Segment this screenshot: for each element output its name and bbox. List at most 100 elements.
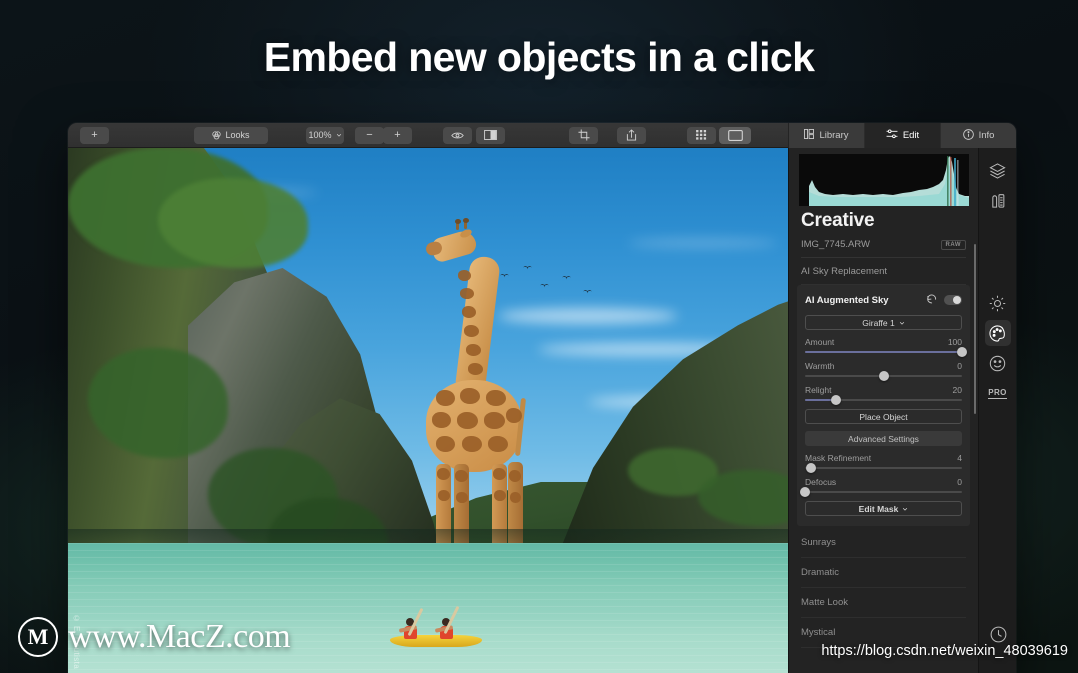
tab-info[interactable]: Info xyxy=(941,123,1016,148)
single-view-button[interactable] xyxy=(719,126,751,144)
tools-icon[interactable] xyxy=(985,188,1011,214)
tool-rail: PRO xyxy=(978,148,1016,673)
compare-button[interactable] xyxy=(476,126,505,144)
photo-canvas[interactable]: © E. Bautista xyxy=(68,148,788,673)
chevron-down-icon xyxy=(899,318,905,328)
cloud xyxy=(628,238,778,248)
slider-relight[interactable]: Relight 20 xyxy=(805,385,962,405)
single-view-icon xyxy=(727,129,743,141)
library-icon xyxy=(804,129,815,142)
slider-amount[interactable]: Amount 100 xyxy=(805,337,967,357)
crop-button[interactable] xyxy=(569,126,598,144)
zoom-out-button[interactable]: − xyxy=(355,126,384,144)
slider-warmth[interactable]: Warmth 0 xyxy=(805,361,962,381)
zoom-level-label: 100% xyxy=(308,129,332,140)
tab-library[interactable]: Library xyxy=(789,123,865,148)
slider-knob[interactable] xyxy=(957,347,967,357)
slider-mask-refinement[interactable]: Mask Refinement 4 xyxy=(805,453,962,473)
file-row: IMG_7745.ARW RAW xyxy=(801,239,966,258)
slider-knob[interactable] xyxy=(831,395,842,405)
grid-view-button[interactable] xyxy=(687,126,716,144)
eye-icon xyxy=(451,131,464,140)
looks-icon xyxy=(212,130,222,140)
crop-icon xyxy=(577,129,590,141)
panel-scrollbar[interactable] xyxy=(974,244,976,414)
portrait-icon[interactable] xyxy=(985,350,1011,376)
app-body: © E. Bautista Creative IMG_7745.ARW RAW xyxy=(68,148,1016,673)
looks-button[interactable]: Looks xyxy=(194,126,268,144)
chevron-down-icon xyxy=(336,132,342,138)
tab-edit[interactable]: Edit xyxy=(865,123,941,148)
app-window: + Looks 100% − + Library Edit Info © E. … xyxy=(68,123,1016,673)
slider-defocus-value: 0 xyxy=(957,477,962,487)
csdn-url-watermark: https://blog.csdn.net/weixin_48039619 xyxy=(821,643,1068,659)
edit-mask-label: Edit Mask xyxy=(858,503,899,514)
slider-warmth-value: 0 xyxy=(957,361,962,371)
zoom-level-dropdown[interactable]: 100% xyxy=(306,126,344,144)
layers-icon[interactable] xyxy=(985,158,1011,184)
slider-defocus[interactable]: Defocus 0 xyxy=(800,477,962,497)
tab-edit-label: Edit xyxy=(902,130,920,141)
plus-icon: + xyxy=(91,128,98,141)
object-select-label: Giraffe 1 xyxy=(862,317,895,328)
slider-amount-value: 100 xyxy=(947,337,962,347)
page-title: Embed new objects in a click xyxy=(263,34,815,80)
slider-mask-refinement-value: 4 xyxy=(957,453,962,463)
file-name: IMG_7745.ARW xyxy=(801,239,870,250)
slider-relight-value: 20 xyxy=(952,385,962,395)
section-title: AI Augmented Sky xyxy=(805,294,889,306)
macz-logo: M xyxy=(18,617,58,657)
section-dramatic[interactable]: Dramatic xyxy=(801,558,966,588)
edit-mask-button[interactable]: Edit Mask xyxy=(805,501,962,516)
slider-knob[interactable] xyxy=(878,371,889,381)
slider-track[interactable] xyxy=(800,487,962,497)
slider-track[interactable] xyxy=(805,371,962,381)
chevron-down-icon xyxy=(902,504,908,514)
advanced-settings-button[interactable]: Advanced Settings xyxy=(805,431,962,446)
slider-knob[interactable] xyxy=(800,487,810,497)
sun-icon[interactable] xyxy=(985,290,1011,316)
macz-watermark: M www.MacZ.com xyxy=(18,617,291,657)
reset-arrow-icon[interactable] xyxy=(926,291,937,309)
info-circle-icon xyxy=(962,128,974,143)
giraffe-horn xyxy=(454,219,461,230)
slider-relight-label: Relight xyxy=(805,385,832,395)
slider-defocus-label: Defocus xyxy=(805,477,837,487)
grid-view-icon xyxy=(695,130,708,140)
share-export-icon xyxy=(626,129,637,141)
bird xyxy=(562,276,571,281)
section-matte-look[interactable]: Matte Look xyxy=(801,588,966,618)
slider-knob[interactable] xyxy=(806,463,817,473)
preview-toggle-button[interactable] xyxy=(443,126,472,144)
slider-track[interactable] xyxy=(805,463,962,473)
palette-icon[interactable] xyxy=(984,320,1011,346)
slider-mask-refinement-label: Mask Refinement xyxy=(805,453,872,463)
histogram xyxy=(799,154,969,206)
slider-track[interactable] xyxy=(805,395,962,405)
macz-site-text: www.MacZ.com xyxy=(68,618,291,655)
object-select-dropdown[interactable]: Giraffe 1 xyxy=(805,315,962,330)
export-button[interactable] xyxy=(617,126,646,144)
zoom-in-button[interactable]: + xyxy=(383,126,412,144)
edit-panel: Creative IMG_7745.ARW RAW AI Sky Replace… xyxy=(788,148,978,673)
sliders-icon xyxy=(886,129,898,142)
slider-warmth-label: Warmth xyxy=(805,361,835,371)
slider-track[interactable] xyxy=(805,347,967,357)
looks-label: Looks xyxy=(225,129,250,140)
panel-title: Creative xyxy=(801,210,875,231)
pro-badge-label: PRO xyxy=(988,387,1007,399)
section-list: Sunrays Dramatic Matte Look Mystical xyxy=(789,528,978,648)
section-toggle[interactable] xyxy=(944,295,962,305)
plus-icon: + xyxy=(394,128,401,141)
section-ai-sky-replacement[interactable]: AI Sky Replacement xyxy=(801,258,966,285)
pro-badge[interactable]: PRO xyxy=(985,380,1011,406)
section-sunrays[interactable]: Sunrays xyxy=(801,528,966,558)
bird xyxy=(583,290,592,295)
section-ai-augmented-sky: AI Augmented Sky Giraffe 1 Amount 100 Wa… xyxy=(797,285,970,526)
slider-amount-label: Amount xyxy=(805,337,835,347)
giraffe-horn xyxy=(462,218,469,229)
place-object-button[interactable]: Place Object xyxy=(805,409,962,424)
add-button[interactable]: + xyxy=(80,126,109,144)
toolbar: + Looks 100% − + Library Edit Info xyxy=(68,123,1016,148)
kayak xyxy=(390,605,482,649)
